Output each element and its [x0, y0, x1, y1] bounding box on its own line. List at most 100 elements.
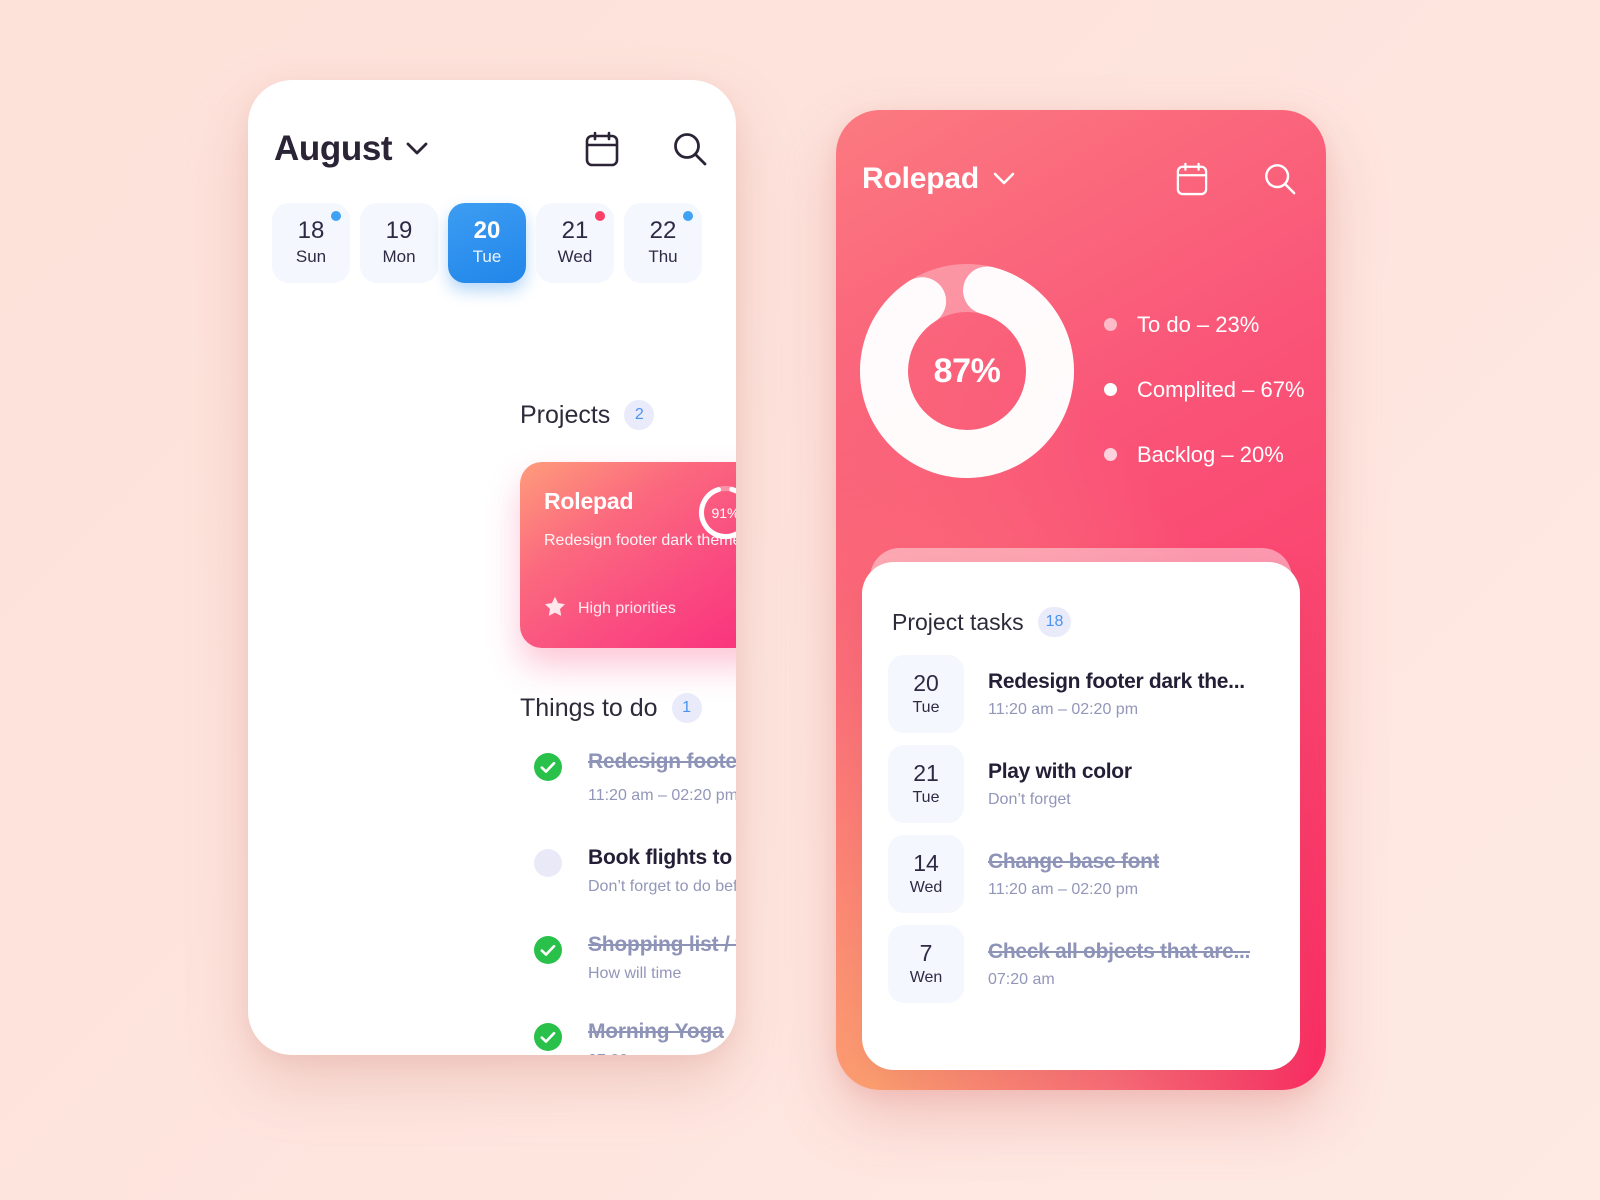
- task-date-weekday: Wen: [909, 968, 943, 986]
- task-title: Check all objects that are...: [988, 939, 1251, 963]
- todo-meta: Don’t forget to do before bed: [588, 878, 736, 896]
- search-icon[interactable]: [670, 129, 710, 169]
- day-weekday: Thu: [648, 247, 678, 267]
- project-task-row[interactable]: 7 Wen Check all objects that are... 07:20 a…: [888, 925, 1278, 1003]
- project-task-row[interactable]: 20 Tue Redesign footer dark the... 11:20 am…: [888, 655, 1278, 733]
- donut-center-label: 87%: [933, 351, 1001, 390]
- day-cell-tue[interactable]: 20 Tue: [448, 203, 526, 283]
- chevron-down-icon[interactable]: [993, 168, 1015, 190]
- project-task-row[interactable]: 14 Wed Change base font 11:20 am – 02:20 pm: [888, 835, 1278, 913]
- legend-color-dot: [1104, 383, 1117, 396]
- screenshot-canvas: August 18 Sun 19 Mon 20 Tue 21 Wed 22 Th…: [0, 0, 1600, 1200]
- project-priority-label: High priorities: [578, 600, 676, 617]
- projects-title: Projects: [520, 400, 611, 429]
- checkbox-unchecked[interactable]: [534, 849, 562, 877]
- task-date-chip: 21 Tue: [888, 745, 964, 823]
- task-title: Redesign footer dark the...: [988, 669, 1245, 693]
- legend-color-dot: [1104, 448, 1117, 461]
- left-header: August: [274, 118, 710, 180]
- calendar-icon[interactable]: [582, 129, 622, 169]
- checkbox-checked[interactable]: [534, 936, 562, 964]
- day-cell-wed[interactable]: 21 Wed: [536, 203, 614, 283]
- legend-item: Backlog – 20%: [1104, 422, 1314, 487]
- legend-label: Complited – 67%: [1137, 376, 1305, 402]
- task-date-weekday: Wed: [909, 878, 943, 896]
- day-weekday: Wed: [557, 247, 593, 267]
- day-cell-sun[interactable]: 18 Sun: [272, 203, 350, 283]
- checkbox-checked[interactable]: [534, 753, 562, 781]
- day-number: 18: [297, 216, 325, 244]
- page-title: August: [274, 129, 393, 168]
- todo-title: Redesign footer dark theme: [588, 750, 736, 773]
- task-date-number: 14: [913, 850, 939, 877]
- project-task-list: 20 Tue Redesign footer dark the... 11:20 am…: [888, 655, 1278, 1015]
- project-tasks-header: Project tasks 18: [892, 607, 1072, 637]
- day-number: 22: [649, 216, 677, 244]
- todo-item[interactable]: Shopping list / food for a week How will …: [534, 933, 736, 983]
- task-date-weekday: Tue: [912, 698, 940, 716]
- donut-legend: To do – 23% Complited – 67% Backlog – 20%: [1104, 292, 1314, 487]
- day-indicator-dot: [331, 211, 341, 221]
- day-cell-thu[interactable]: 22 Thu: [624, 203, 702, 283]
- task-date-number: 20: [913, 670, 939, 697]
- legend-color-dot: [1104, 318, 1117, 331]
- task-subtitle: 11:20 am – 02:20 pm: [988, 700, 1139, 718]
- todo-item[interactable]: Book flights to Paris Don’t forget to do …: [534, 846, 736, 896]
- task-body: Play with color Don’t forget: [988, 760, 1132, 809]
- todo-title: Shopping list / food for a week: [588, 933, 736, 956]
- task-date-number: 7: [919, 940, 933, 967]
- todo-meta: 11:20 am – 02:20 pmRolepad: [588, 782, 736, 809]
- progress-ring: 91%: [697, 484, 736, 541]
- project-card-rolepad[interactable]: Rolepad Redesign footer dark theme 91%: [520, 462, 736, 648]
- todo-section-header: Things to do 1: [520, 693, 702, 723]
- calendar-icon[interactable]: [1172, 159, 1212, 199]
- legend-item: Complited – 67%: [1104, 357, 1314, 422]
- task-date-chip: 20 Tue: [888, 655, 964, 733]
- todo-time: 07:20 am: [588, 1052, 655, 1055]
- todo-body: Morning Yoga 07:20 am: [588, 1020, 724, 1055]
- task-body: Redesign footer dark the... 11:20 am – 02…: [988, 670, 1245, 719]
- day-selector[interactable]: 18 Sun 19 Mon 20 Tue 21 Wed 22 Thu: [272, 203, 702, 283]
- day-weekday: Mon: [382, 247, 416, 267]
- day-weekday: Tue: [472, 247, 502, 267]
- projects-list: Rolepad Redesign footer dark theme 91%: [520, 462, 736, 648]
- todo-meta: How will time: [588, 965, 736, 983]
- day-indicator-dot: [683, 211, 693, 221]
- project-task-row[interactable]: 21 Tue Play with color Don’t forget: [888, 745, 1278, 823]
- todo-meta: 07:20 am: [588, 1052, 724, 1055]
- todo-time: Don’t forget to do before bed: [588, 878, 736, 895]
- todo-title: Things to do: [520, 693, 658, 722]
- task-date-number: 21: [913, 760, 939, 787]
- projects-count-badge: 2: [624, 400, 655, 430]
- todo-body: Shopping list / food for a week How will …: [588, 933, 736, 983]
- project-tasks-count-badge: 18: [1037, 607, 1072, 637]
- day-number: 21: [561, 216, 589, 244]
- search-icon[interactable]: [1260, 159, 1300, 199]
- todo-time: 11:20 am – 02:20 pm: [588, 786, 736, 804]
- todo-body: Redesign footer dark theme 11:20 am – 02:…: [588, 750, 736, 809]
- task-subtitle: 07:20 am: [988, 970, 1055, 988]
- task-body: Check all objects that are... 07:20 am: [988, 940, 1250, 989]
- legend-item: To do – 23%: [1104, 292, 1314, 357]
- legend-label: Backlog – 20%: [1137, 441, 1284, 467]
- right-phone-screen: Rolepad 87% To do – 23% Complited – 67% …: [836, 110, 1326, 1090]
- checkbox-checked[interactable]: [534, 1023, 562, 1051]
- project-tasks-title: Project tasks: [892, 608, 1024, 635]
- todo-item[interactable]: Morning Yoga 07:20 am: [534, 1020, 736, 1055]
- chevron-down-icon[interactable]: [406, 138, 428, 160]
- day-number: 20: [473, 216, 501, 244]
- day-number: 19: [385, 216, 413, 244]
- task-date-chip: 7 Wen: [888, 925, 964, 1003]
- task-subtitle: Don’t forget: [988, 790, 1071, 808]
- day-cell-mon[interactable]: 19 Mon: [360, 203, 438, 283]
- todo-list: Redesign footer dark theme 11:20 am – 02:…: [534, 750, 736, 1055]
- todo-title: Morning Yoga: [588, 1020, 724, 1043]
- right-header: Rolepad: [862, 152, 1300, 206]
- todo-time: How will time: [588, 965, 682, 982]
- task-subtitle: 11:20 am – 02:20 pm: [988, 880, 1139, 898]
- star-icon: [544, 596, 566, 622]
- todo-item[interactable]: Redesign footer dark theme 11:20 am – 02:…: [534, 750, 736, 809]
- task-body: Change base font 11:20 am – 02:20 pm: [988, 850, 1159, 899]
- todo-body: Book flights to Paris Don’t forget to do …: [588, 846, 736, 896]
- task-title: Change base font: [988, 849, 1160, 873]
